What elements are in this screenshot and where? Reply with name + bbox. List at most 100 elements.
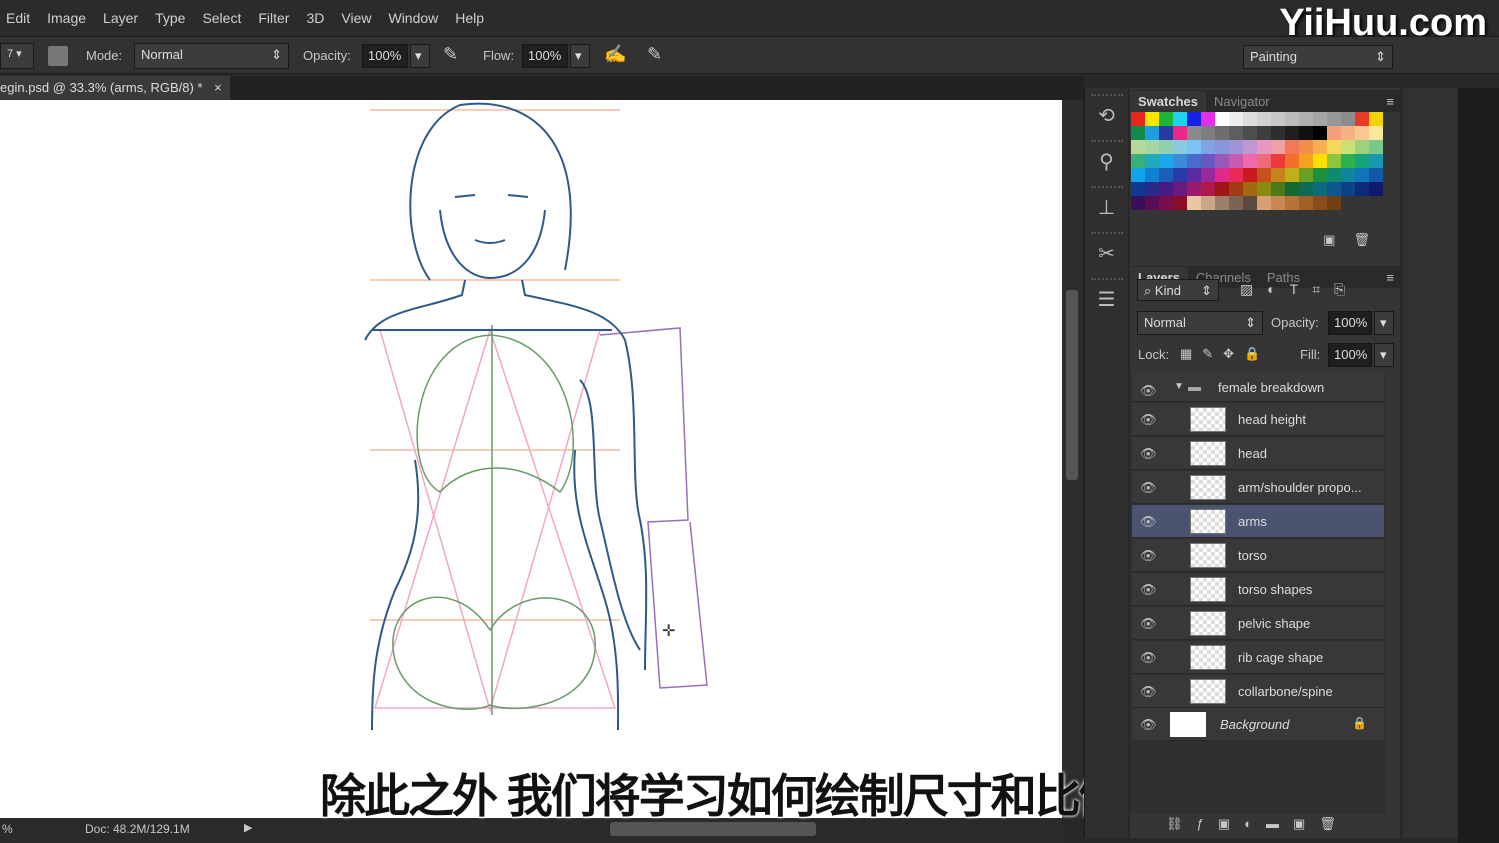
swatch[interactable] (1369, 126, 1383, 140)
layer-row[interactable]: 👁 head height (1132, 403, 1384, 436)
swatch[interactable] (1131, 168, 1145, 182)
visibility-eye-icon[interactable]: 👁 (1140, 480, 1157, 496)
swatch[interactable] (1313, 126, 1327, 140)
swatch[interactable] (1341, 126, 1355, 140)
layer-filter-icons[interactable]: ▨◐T⌗⎘ (1240, 281, 1359, 298)
swatch[interactable] (1229, 112, 1243, 126)
swatch[interactable] (1355, 168, 1369, 182)
menu-help[interactable]: Help (455, 10, 484, 26)
visibility-eye-icon[interactable]: 👁 (1140, 412, 1157, 428)
swatch[interactable] (1369, 168, 1383, 182)
document-tab[interactable]: egin.psd @ 33.3% (arms, RGB/8) * × (0, 76, 230, 100)
delete-swatch-icon[interactable]: 🗑 (1353, 232, 1370, 247)
swatch[interactable] (1229, 168, 1243, 182)
swatch[interactable] (1355, 140, 1369, 154)
swatch[interactable] (1229, 140, 1243, 154)
visibility-eye-icon[interactable]: 👁 (1140, 650, 1157, 666)
swatch[interactable] (1285, 112, 1299, 126)
swatch[interactable] (1327, 182, 1341, 196)
swatch[interactable] (1173, 126, 1187, 140)
swatch[interactable] (1257, 182, 1271, 196)
swatch[interactable] (1271, 196, 1285, 210)
swatch[interactable] (1369, 140, 1383, 154)
visibility-eye-icon[interactable]: 👁 (1140, 616, 1157, 632)
brushes-icon[interactable]: ⚲ (1090, 140, 1123, 180)
swatch[interactable] (1145, 112, 1159, 126)
fill-dropdown[interactable]: ▾ (1374, 343, 1394, 367)
swatch[interactable] (1271, 168, 1285, 182)
swatch[interactable] (1173, 168, 1187, 182)
document-canvas[interactable]: ✛ (0, 100, 1062, 818)
swatch[interactable] (1173, 196, 1187, 210)
swatch[interactable] (1229, 126, 1243, 140)
visibility-eye-icon[interactable]: 👁 (1140, 717, 1157, 733)
swatch[interactable] (1145, 140, 1159, 154)
brush-panel-icon[interactable] (48, 46, 68, 66)
menu-filter[interactable]: Filter (258, 10, 289, 26)
swatch[interactable] (1271, 154, 1285, 168)
layer-row[interactable]: 👁 collarbone/spine (1132, 675, 1384, 708)
layer-background[interactable]: 👁 Background 🔒 (1132, 708, 1384, 741)
swatch[interactable] (1257, 112, 1271, 126)
swatch[interactable] (1229, 182, 1243, 196)
mode-select[interactable]: Normal ⇕ (134, 43, 289, 69)
swatch[interactable] (1215, 112, 1229, 126)
layer-row[interactable]: 👁 torso shapes (1132, 573, 1384, 606)
swatch[interactable] (1215, 154, 1229, 168)
flow-dropdown[interactable]: ▾ (570, 44, 590, 68)
swatch[interactable] (1131, 140, 1145, 154)
swatch[interactable] (1355, 154, 1369, 168)
swatch[interactable] (1313, 168, 1327, 182)
swatch[interactable] (1327, 196, 1341, 210)
layer-row[interactable]: 👁 arm/shoulder propo... (1132, 471, 1384, 504)
lock-icons[interactable]: ▦✎✥🔒 (1180, 346, 1270, 362)
swatch[interactable] (1327, 126, 1341, 140)
swatch[interactable] (1271, 182, 1285, 196)
swatch[interactable] (1285, 168, 1299, 182)
menu-image[interactable]: Image (47, 10, 86, 26)
swatch[interactable] (1243, 154, 1257, 168)
swatch[interactable] (1145, 182, 1159, 196)
swatch[interactable] (1159, 126, 1173, 140)
swatch[interactable] (1271, 112, 1285, 126)
layer-row[interactable]: 👁 rib cage shape (1132, 641, 1384, 674)
tab-swatches[interactable]: Swatches (1130, 91, 1206, 112)
swatch[interactable] (1313, 112, 1327, 126)
swatch[interactable] (1369, 182, 1383, 196)
swatch[interactable] (1187, 126, 1201, 140)
status-menu-arrow-icon[interactable]: ▶ (244, 821, 252, 834)
swatch[interactable] (1159, 196, 1173, 210)
layer-group[interactable]: 👁 ▼ ▬ female breakdown (1132, 374, 1384, 402)
swatch[interactable] (1187, 140, 1201, 154)
swatch[interactable] (1341, 140, 1355, 154)
airbrush-icon[interactable]: ✍ (604, 44, 626, 65)
swatch[interactable] (1229, 154, 1243, 168)
swatch[interactable] (1327, 140, 1341, 154)
history-icon[interactable]: ⟲ (1090, 94, 1123, 134)
tab-navigator[interactable]: Navigator (1206, 91, 1278, 112)
swatch[interactable] (1173, 182, 1187, 196)
swatch[interactable] (1257, 168, 1271, 182)
zoom-level[interactable]: % (2, 822, 13, 836)
swatch[interactable] (1369, 154, 1383, 168)
menu-edit[interactable]: Edit (6, 10, 30, 26)
visibility-eye-icon[interactable]: 👁 (1140, 582, 1157, 598)
swatch[interactable] (1215, 140, 1229, 154)
pressure-size-icon[interactable]: ✎ (647, 44, 662, 65)
swatch[interactable] (1341, 154, 1355, 168)
swatch[interactable] (1131, 112, 1145, 126)
layer-opacity-input[interactable]: 100% (1328, 311, 1372, 335)
swatch[interactable] (1299, 182, 1313, 196)
swatch[interactable] (1271, 140, 1285, 154)
swatch[interactable] (1299, 112, 1313, 126)
visibility-eye-icon[interactable]: 👁 (1140, 446, 1157, 462)
swatch[interactable] (1131, 196, 1145, 210)
swatch[interactable] (1285, 154, 1299, 168)
swatch[interactable] (1257, 196, 1271, 210)
swatch[interactable] (1243, 140, 1257, 154)
swatch[interactable] (1201, 140, 1215, 154)
visibility-eye-icon[interactable]: 👁 (1140, 383, 1157, 399)
swatch[interactable] (1313, 182, 1327, 196)
close-tab-icon[interactable]: × (214, 80, 222, 95)
swatch[interactable] (1159, 112, 1173, 126)
